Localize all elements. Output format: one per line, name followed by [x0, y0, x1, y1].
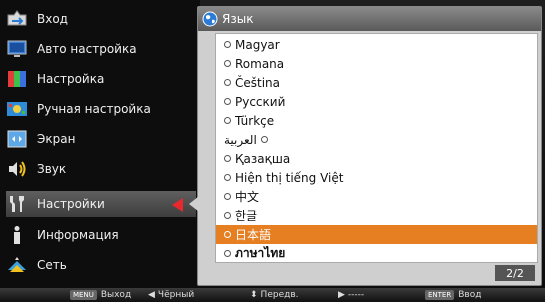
enter-key-icon: ENTER [425, 290, 455, 300]
language-name: Қазақша [235, 151, 291, 166]
hint-label: Выход [100, 290, 132, 300]
language-name: Hiện thị tiếng Việt [235, 170, 344, 185]
hint-right: ▶ ----- [338, 290, 364, 300]
hint-bar: MENU Выход ◀ Чёрный ⬍ Передв. ▶ ----- EN… [0, 288, 545, 302]
active-item-arrow [172, 198, 183, 212]
panel-title: Язык [222, 12, 254, 26]
hint-up-down: ⬍ Передв. [250, 290, 299, 300]
globe-icon [202, 11, 218, 27]
hint-enter: ENTER Ввод [425, 290, 481, 300]
language-option[interactable]: Türkçe [216, 111, 537, 130]
panel-header: Язык [198, 7, 541, 31]
radio-icon [224, 193, 231, 200]
sound-icon [6, 159, 28, 179]
menu-item-input[interactable]: Вход [6, 6, 192, 32]
menu-item-sound[interactable]: Звук [6, 156, 192, 182]
menu-item-label: Вход [37, 12, 68, 26]
language-name: Magyar [235, 37, 280, 52]
language-name: 中文 [235, 190, 260, 204]
radio-icon [224, 212, 231, 219]
language-option[interactable]: Hiện thị tiếng Việt [216, 168, 537, 187]
adjust-icon [6, 69, 28, 89]
menu-item-auto-setup[interactable]: Авто настройка [6, 36, 192, 62]
radio-icon [224, 60, 231, 67]
hint-label: ----- [347, 290, 365, 300]
info-icon [6, 225, 28, 245]
language-option[interactable]: Romana [216, 54, 537, 73]
radio-icon [224, 41, 231, 48]
radio-icon [224, 98, 231, 105]
language-option[interactable]: العربية [216, 130, 537, 149]
input-icon [6, 9, 28, 29]
menu-item-adjust[interactable]: Настройка [6, 66, 192, 92]
language-option[interactable]: Čeština [216, 73, 537, 92]
language-name: 日本語 [235, 228, 272, 242]
menu-item-label: Звук [37, 162, 67, 176]
language-option[interactable]: Русский [216, 92, 537, 111]
menu-item-manual-setup[interactable]: Ручная настройка [6, 96, 192, 122]
language-name: العربية [224, 132, 257, 147]
manual-setup-icon [6, 99, 28, 119]
radio-icon [224, 250, 231, 257]
language-option[interactable]: Magyar [216, 35, 537, 54]
language-name: Türkçe [235, 113, 275, 128]
menu-item-settings[interactable]: Настройки [6, 191, 196, 217]
language-option[interactable]: Қазақша [216, 149, 537, 168]
menu-item-label: Ручная настройка [37, 102, 151, 116]
settings-icon [6, 194, 28, 214]
language-option-selected[interactable]: 日本語 [216, 225, 537, 244]
menu-item-label: Настройки [37, 197, 105, 211]
hint-label: Чёрный [157, 290, 195, 300]
radio-icon [224, 155, 231, 162]
menu-item-label: Сеть [37, 258, 67, 272]
language-name: ภาษาไทย [235, 246, 286, 260]
menu-item-label: Экран [37, 132, 76, 146]
menu-item-label: Авто настройка [37, 42, 137, 56]
menu-item-information[interactable]: Информация [6, 222, 192, 248]
language-name: 한글 [235, 209, 258, 223]
menu-item-label: Настройка [37, 72, 105, 86]
hint-menu-exit: MENU Выход [70, 290, 131, 300]
language-name: Русский [235, 94, 286, 109]
left-arrow-icon: ◀ [148, 290, 155, 300]
language-option[interactable]: ภาษาไทย [216, 244, 537, 263]
osd-screen: Вход Авто настройка Настройка Ручная нас… [0, 0, 545, 302]
hint-label: Ввод [458, 290, 482, 300]
hint-label: Передв. [260, 290, 299, 300]
radio-icon [224, 79, 231, 86]
page-indicator: 2/2 [495, 265, 535, 281]
radio-icon [260, 136, 268, 143]
right-arrow-icon: ▶ [338, 290, 345, 300]
language-list: Magyar Romana Čeština Русский Türkçe الع… [215, 33, 538, 263]
up-down-arrow-icon: ⬍ [250, 290, 258, 300]
radio-icon [224, 231, 231, 238]
language-name: Romana [235, 56, 285, 71]
network-icon [6, 255, 28, 275]
menu-key-icon: MENU [70, 290, 97, 300]
auto-setup-icon [6, 39, 28, 59]
language-option[interactable]: 한글 [216, 206, 537, 225]
radio-icon [224, 117, 231, 124]
language-option[interactable]: 中文 [216, 187, 537, 206]
screen-icon [6, 129, 28, 149]
menu-item-label: Информация [37, 228, 119, 242]
language-panel: Язык Magyar Romana Čeština Русский Türkç… [197, 6, 542, 286]
main-menu: Вход Авто настройка Настройка Ручная нас… [0, 0, 200, 288]
hint-left: ◀ Чёрный [148, 290, 194, 300]
radio-icon [224, 174, 231, 181]
menu-item-network[interactable]: Сеть [6, 252, 192, 278]
menu-item-screen[interactable]: Экран [6, 126, 192, 152]
language-name: Čeština [235, 75, 281, 90]
